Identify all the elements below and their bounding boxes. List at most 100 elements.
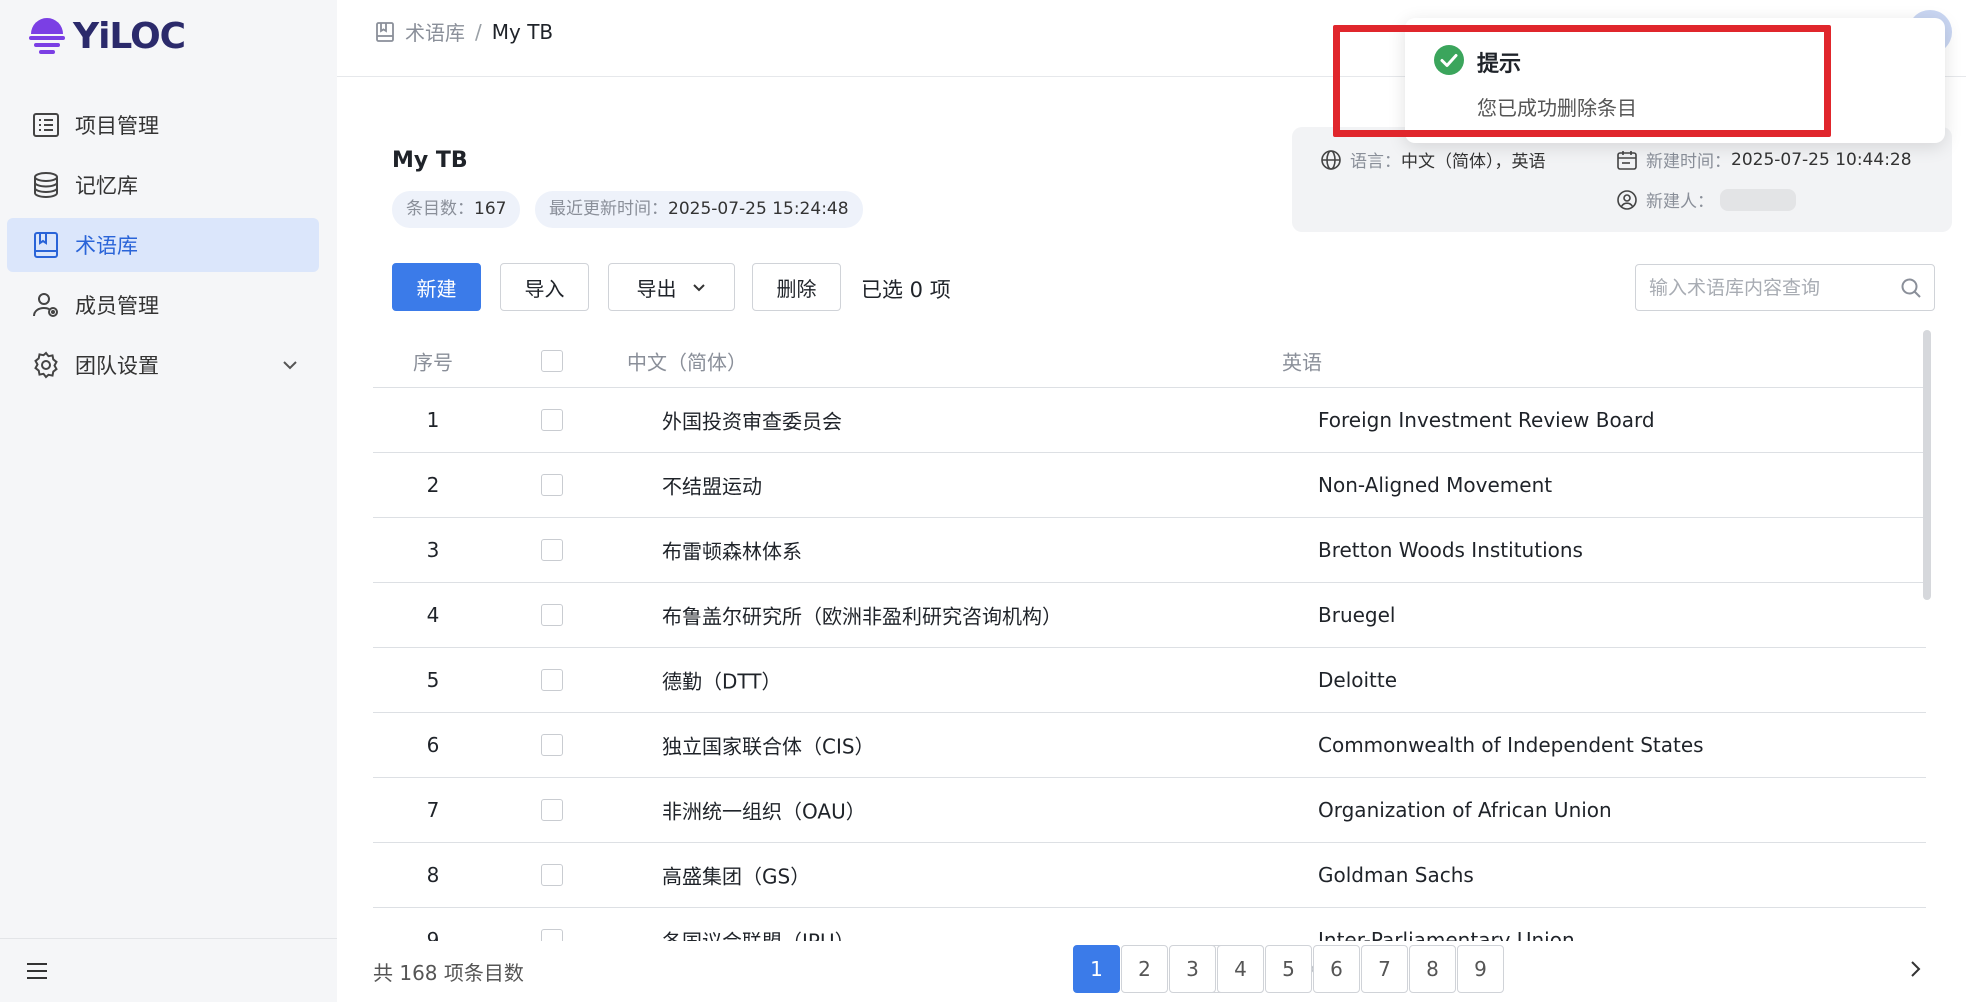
term-zh[interactable]: 独立国家联合体（CIS） (662, 731, 875, 760)
page-button-1[interactable]: 1 (1073, 945, 1120, 993)
row-checkbox[interactable] (541, 734, 563, 756)
term-en[interactable]: Goldman Sachs (1318, 863, 1474, 887)
creator-label: 新建人： (1646, 192, 1714, 212)
sidebar-item-projects[interactable]: 项目管理 (7, 98, 319, 152)
sidebar-item-termbase[interactable]: 术语库 (7, 218, 319, 272)
table-body: 1 外国投资审查委员会 Foreign Investment Review Boar… (373, 388, 1926, 941)
entry-count-value: 167 (474, 199, 507, 219)
page-button-4[interactable]: 4 (1217, 945, 1264, 993)
row-index: 8 (426, 863, 440, 887)
pagination-bar: 共 168 项条目数 20 123456789 (337, 941, 1966, 1002)
language-row: 语言： 中文（简体），英语 (1320, 147, 1546, 172)
hamburger-menu-icon[interactable] (26, 961, 48, 985)
breadcrumb-separator: / (475, 19, 482, 44)
page-button-7[interactable]: 7 (1361, 945, 1408, 993)
breadcrumb: 术语库 / My TB (375, 17, 553, 46)
table-scrollbar[interactable] (1923, 330, 1931, 600)
language-label: 语言： (1350, 152, 1401, 172)
delete-button[interactable]: 删除 (752, 263, 841, 311)
table-header: 序号 中文（简体） 英语 (373, 335, 1926, 388)
chevron-down-icon (692, 284, 705, 292)
row-index: 2 (426, 473, 440, 497)
table-row[interactable]: 6 独立国家联合体（CIS） Commonwealth of Independent… (373, 713, 1926, 778)
page-button-8[interactable]: 8 (1409, 945, 1456, 993)
chevron-down-icon[interactable] (281, 355, 299, 379)
updated-time-badge: 最近更新时间：2025-07-25 15:24:48 (535, 191, 863, 228)
row-checkbox[interactable] (541, 799, 563, 821)
term-en[interactable]: Bruegel (1318, 603, 1395, 627)
column-header-en: 英语 (1282, 350, 1322, 375)
import-button[interactable]: 导入 (500, 263, 589, 311)
calendar-icon (1617, 150, 1637, 170)
sidebar-footer (0, 938, 337, 1002)
column-header-zh: 中文（简体） (627, 350, 747, 375)
term-table: 序号 中文（简体） 英语 1 外国投资审查委员会 Foreign Investmen… (373, 335, 1926, 941)
page-title: My TB (392, 148, 468, 173)
search-icon[interactable] (1900, 277, 1922, 303)
export-label: 导出 (636, 276, 677, 301)
term-zh[interactable]: 布雷顿森林体系 (662, 536, 802, 565)
logo-text: YiLOC (73, 15, 186, 57)
breadcrumb-current: My TB (491, 19, 554, 44)
select-all-checkbox[interactable] (541, 350, 563, 372)
entry-count-badge: 条目数：167 (392, 191, 521, 228)
table-row[interactable]: 5 德勤（DTT） Deloitte (373, 648, 1926, 713)
row-checkbox[interactable] (541, 604, 563, 626)
term-zh[interactable]: 各国议会联盟（IPU） (662, 926, 855, 942)
user-settings-icon (31, 290, 61, 320)
table-row[interactable]: 4 布鲁盖尔研究所（欧洲非盈利研究咨询机构） Bruegel (373, 583, 1926, 648)
sidebar-item-label: 成员管理 (75, 294, 159, 318)
page-button-2[interactable]: 2 (1121, 945, 1168, 993)
row-checkbox[interactable] (541, 474, 563, 496)
term-en[interactable]: Deloitte (1318, 668, 1397, 692)
table-row[interactable]: 8 高盛集团（GS） Goldman Sachs (373, 843, 1926, 908)
row-checkbox[interactable] (541, 864, 563, 886)
term-en[interactable]: Foreign Investment Review Board (1318, 408, 1655, 432)
row-checkbox[interactable] (541, 929, 563, 941)
table-row[interactable]: 3 布雷顿森林体系 Bretton Woods Institutions (373, 518, 1926, 583)
highlight-annotation-box (1333, 25, 1831, 137)
new-term-button[interactable]: 新建 (392, 263, 481, 311)
sidebar: YiLOC 项目管理 记忆库 术语库 成员管理 团队设置 (0, 0, 337, 1002)
page-button-9[interactable]: 9 (1457, 945, 1504, 993)
table-row[interactable]: 1 外国投资审查委员会 Foreign Investment Review Boar… (373, 388, 1926, 453)
creator-name-redacted (1720, 188, 1796, 211)
term-zh[interactable]: 高盛集团（GS） (662, 861, 810, 890)
breadcrumb-parent-link[interactable]: 术语库 (405, 17, 465, 46)
sidebar-item-label: 项目管理 (75, 114, 159, 138)
page-button-3[interactable]: 3 (1169, 945, 1216, 993)
table-row[interactable]: 9 各国议会联盟（IPU） Inter-Parliamentary Union (373, 908, 1926, 941)
term-zh[interactable]: 外国投资审查委员会 (662, 406, 842, 435)
row-checkbox[interactable] (541, 539, 563, 561)
term-en[interactable]: Inter-Parliamentary Union (1318, 928, 1575, 941)
search-input[interactable] (1636, 276, 1886, 299)
term-zh[interactable]: 布鲁盖尔研究所（欧洲非盈利研究咨询机构） (662, 601, 1062, 630)
sidebar-item-memory[interactable]: 记忆库 (7, 158, 319, 212)
sidebar-nav: 项目管理 记忆库 术语库 成员管理 团队设置 (7, 98, 319, 398)
term-en[interactable]: Non-Aligned Movement (1318, 473, 1552, 497)
sidebar-item-members[interactable]: 成员管理 (7, 278, 319, 332)
row-checkbox[interactable] (541, 409, 563, 431)
created-time-row: 新建时间： 2025-07-25 10:44:28 (1616, 147, 1912, 172)
page-button-5[interactable]: 5 (1265, 945, 1312, 993)
row-checkbox[interactable] (541, 669, 563, 691)
term-en[interactable]: Commonwealth of Independent States (1318, 733, 1704, 757)
next-page-icon[interactable] (1903, 957, 1927, 981)
table-row[interactable]: 7 非洲统一组织（OAU） Organization of African Unio… (373, 778, 1926, 843)
term-en[interactable]: Organization of African Union (1318, 798, 1612, 822)
updated-time-value: 2025-07-25 15:24:48 (668, 199, 849, 219)
row-index: 1 (426, 408, 440, 432)
term-zh[interactable]: 德勤（DTT） (662, 666, 781, 695)
table-row[interactable]: 2 不结盟运动 Non-Aligned Movement (373, 453, 1926, 518)
term-zh[interactable]: 不结盟运动 (662, 471, 762, 500)
logo[interactable]: YiLOC (27, 14, 186, 58)
export-dropdown-button[interactable]: 导出 (608, 263, 735, 311)
term-zh[interactable]: 非洲统一组织（OAU） (662, 796, 866, 825)
sidebar-item-team-settings[interactable]: 团队设置 (7, 338, 319, 392)
term-en[interactable]: Bretton Woods Institutions (1318, 538, 1583, 562)
row-index: 6 (426, 733, 440, 757)
creator-row: 新建人： (1616, 187, 1796, 212)
created-time-value: 2025-07-25 10:44:28 (1731, 149, 1912, 170)
sidebar-item-label: 记忆库 (75, 174, 138, 198)
page-button-6[interactable]: 6 (1313, 945, 1360, 993)
